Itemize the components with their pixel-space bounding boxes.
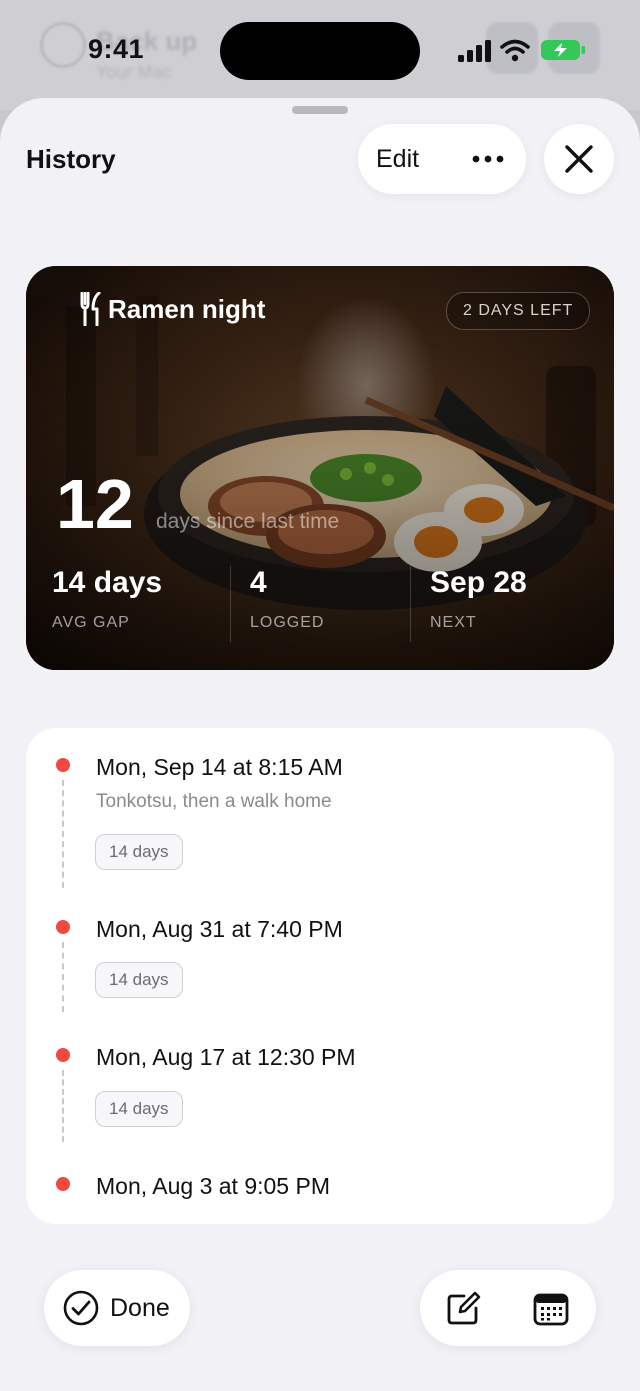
hero-title-text: Ramen night	[108, 293, 266, 324]
stat-label: NEXT	[430, 614, 477, 631]
header-action-group: Edit	[358, 124, 526, 194]
stat-divider	[410, 566, 411, 642]
edit-button[interactable]: Edit	[376, 145, 419, 174]
entry-note: Tonkotsu, then a walk home	[96, 791, 332, 812]
days-since-count: 12	[56, 465, 134, 543]
wifi-icon	[500, 39, 530, 62]
status-time: 9:41	[88, 34, 145, 64]
timeline-dot	[56, 758, 70, 772]
stat-value: 14 days	[52, 566, 163, 599]
entry-datetime: Mon, Aug 17 at 12:30 PM	[96, 1044, 356, 1070]
compose-icon[interactable]	[444, 1290, 482, 1328]
stat-label: AVG GAP	[52, 614, 130, 631]
days-left-badge: 2 DAYS LEFT	[446, 292, 591, 330]
stat-logged: 4 LOGGED	[250, 566, 324, 632]
timeline-connector	[62, 942, 64, 1012]
sheet-title: History	[26, 144, 116, 174]
dynamic-island	[220, 22, 420, 80]
calendar-icon[interactable]	[532, 1290, 570, 1328]
close-button[interactable]	[544, 124, 614, 194]
cellular-signal-icon	[458, 40, 491, 62]
battery-charging-icon	[541, 40, 585, 60]
gap-chip: 14 days	[95, 834, 183, 870]
history-timeline: Mon, Sep 14 at 8:15 AM Tonkotsu, then a …	[26, 728, 614, 1224]
timeline-connector	[62, 780, 64, 888]
done-button[interactable]: Done	[44, 1270, 190, 1346]
sheet-grabber[interactable]	[292, 106, 348, 114]
entry-datetime: Mon, Aug 31 at 7:40 PM	[96, 916, 343, 942]
hero-title: Ramen night	[80, 292, 265, 326]
status-bar: 9:41	[0, 0, 640, 100]
fork-knife-icon	[80, 292, 101, 326]
days-since-caption: days since last time	[156, 510, 340, 533]
entry-datetime: Mon, Sep 14 at 8:15 AM	[96, 754, 343, 780]
checkmark-circle-icon	[63, 1290, 99, 1326]
timeline-dot	[56, 920, 70, 934]
entry-datetime: Mon, Aug 3 at 9:05 PM	[96, 1173, 330, 1199]
gap-chip: 14 days	[95, 962, 183, 998]
gap-chip: 14 days	[95, 1091, 183, 1127]
timeline-dot	[56, 1177, 70, 1191]
ramen-hero-card[interactable]: Ramen night 2 DAYS LEFT 12 days since la…	[26, 266, 614, 670]
timeline-dot	[56, 1048, 70, 1062]
history-sheet: History Edit Ramen night 2 DAYS LEFT 12 …	[0, 98, 640, 1391]
timeline-connector	[62, 1070, 64, 1142]
done-label: Done	[110, 1294, 170, 1322]
stat-label: LOGGED	[250, 614, 325, 631]
close-icon	[565, 145, 593, 173]
stat-value: Sep 28	[430, 566, 527, 599]
stat-divider	[230, 566, 231, 642]
stat-value: 4	[250, 566, 267, 599]
ellipsis-icon[interactable]	[470, 142, 506, 176]
stat-next: Sep 28 NEXT	[430, 566, 527, 632]
stat-avg-gap: 14 days AVG GAP	[52, 566, 162, 632]
bottom-tools-group	[420, 1270, 596, 1346]
